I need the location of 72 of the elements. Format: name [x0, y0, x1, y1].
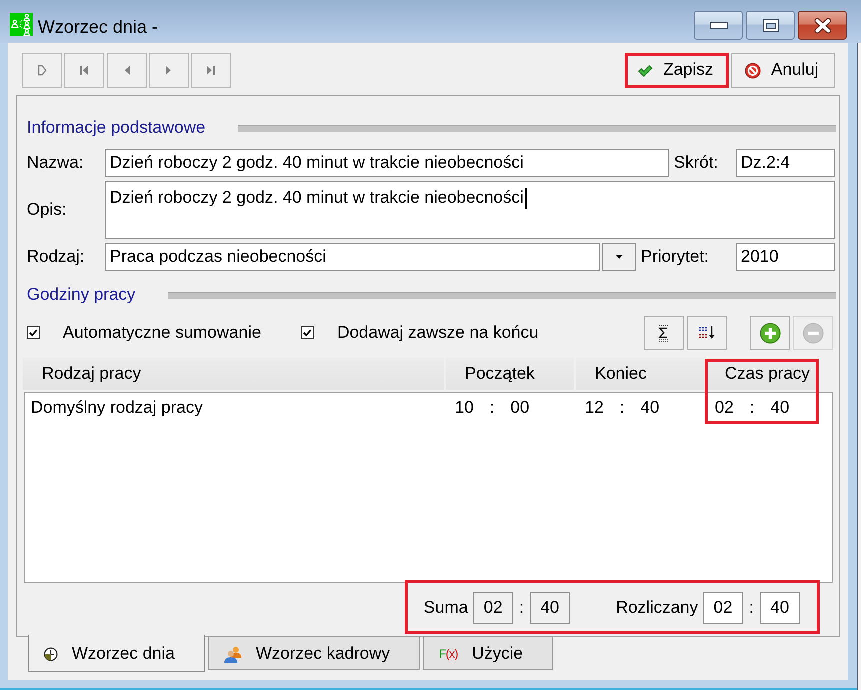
caret-down-icon: [616, 255, 622, 259]
checkbox[interactable]: [27, 326, 40, 340]
time-separator: :: [749, 598, 754, 618]
time-hours: 12: [585, 398, 604, 418]
column-header: Rodzaj pracy: [23, 358, 444, 390]
maximize-icon: [762, 19, 778, 32]
field-label: Priorytet:: [641, 246, 710, 268]
field-label: Opis:: [27, 200, 68, 220]
time-minutes: 40: [770, 398, 790, 418]
minutes-field: 40: [530, 592, 570, 624]
checkbox-label: Automatyczne sumowanie: [63, 322, 262, 344]
column-header: Początek: [446, 358, 574, 390]
column-header: Koniec: [576, 358, 704, 390]
sum-button[interactable]: [644, 316, 684, 350]
type-field[interactable]: Praca podczas nieobecności: [105, 243, 600, 271]
cancel-button[interactable]: Anuluj: [731, 53, 835, 88]
section-heading: Informacje podstawowe: [27, 118, 206, 138]
time-hours: 02: [715, 398, 734, 418]
total-label: Suma: [424, 598, 468, 618]
time-minutes: 40: [640, 398, 660, 418]
no-entry-icon: [745, 62, 762, 78]
minimize-button[interactable]: [694, 11, 743, 40]
time-separator: :: [490, 398, 495, 418]
description-field[interactable]: Dzień roboczy 2 godz. 40 minut w trakcie nieobecności: [105, 181, 835, 239]
skip-last-icon: [207, 65, 215, 76]
sort-icon: [698, 326, 716, 340]
add-button[interactable]: [750, 316, 790, 350]
priority-field[interactable]: 2010: [736, 243, 835, 271]
skip-first-icon: [80, 65, 88, 76]
play-outline-icon: [38, 65, 46, 76]
plus-circle-icon: [760, 322, 780, 344]
sigma-icon: [658, 324, 670, 342]
time-hours: 10: [455, 398, 474, 418]
short-name-field[interactable]: Dz.2:4: [736, 149, 835, 177]
triangle-right-icon: [166, 65, 172, 76]
time-separator: :: [519, 598, 524, 618]
time-separator: :: [620, 398, 625, 418]
app-icon: [10, 13, 33, 36]
minus-circle-icon: [802, 322, 824, 344]
minimize-icon: [710, 22, 728, 29]
field-label: Rodzaj:: [27, 246, 86, 268]
last-button[interactable]: [191, 53, 231, 88]
checkbox-label: Dodawaj zawsze na końcu: [337, 322, 539, 344]
triangle-left-icon: [124, 65, 130, 76]
sort-button[interactable]: [687, 316, 727, 350]
section-heading: Godziny pracy: [27, 284, 136, 306]
hours-field: 02: [473, 592, 514, 624]
field-label: Nazwa:: [27, 152, 85, 174]
check-icon: [638, 64, 654, 76]
tick-icon: [303, 328, 312, 337]
maximize-button[interactable]: [746, 11, 795, 40]
formula-icon: F(x): [439, 647, 458, 661]
field-label: Skrót:: [673, 152, 720, 174]
checkbox[interactable]: [301, 326, 314, 340]
dropdown-button[interactable]: [602, 243, 636, 271]
close-button[interactable]: [798, 11, 847, 40]
window-title: Wzorzec dnia -: [38, 16, 158, 39]
tab[interactable]: Wzorzec kadrowy: [208, 636, 420, 670]
first-button[interactable]: [64, 53, 104, 88]
tick-icon: [29, 328, 38, 337]
total-label: Rozliczany: [616, 598, 698, 618]
clock-icon: [44, 646, 58, 662]
work-type-value: Domyślny rodzaj pracy: [31, 398, 203, 418]
hours-field[interactable]: 02: [703, 592, 744, 624]
time-separator: :: [750, 398, 755, 418]
tab[interactable]: F(x) Użycie: [423, 636, 554, 670]
time-minutes: 00: [510, 398, 530, 418]
people-icon: [224, 646, 242, 662]
minutes-field[interactable]: 40: [760, 592, 800, 624]
name-field[interactable]: Dzień roboczy 2 godz. 40 minut w trakcie nieobecności: [105, 149, 669, 177]
tab[interactable]: Wzorzec dnia: [28, 635, 205, 672]
close-icon: [814, 18, 832, 34]
